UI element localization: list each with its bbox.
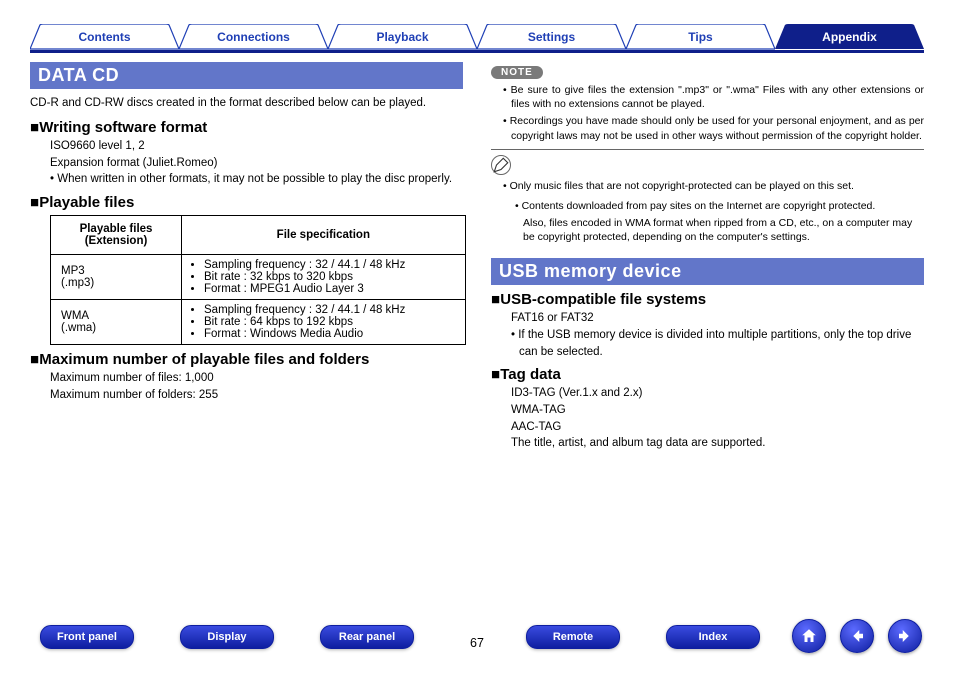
- text-max-folders: Maximum number of folders: 255: [50, 387, 463, 404]
- cell-ext-wma: WMA (.wma): [51, 300, 182, 345]
- text-wmatag: WMA-TAG: [511, 402, 924, 419]
- text-tag-support: The title, artist, and album tag data ar…: [511, 435, 924, 452]
- spec-item: Format : Windows Media Audio: [204, 328, 455, 340]
- note-item: Be sure to give files the extension ".mp…: [503, 83, 924, 111]
- text-fat: FAT16 or FAT32: [511, 310, 924, 327]
- text-aactag: AAC-TAG: [511, 419, 924, 436]
- tab-connections[interactable]: Connections: [179, 24, 328, 50]
- heading-usb-fs: USB-compatible file systems: [491, 291, 924, 308]
- home-icon: [800, 627, 818, 645]
- arrow-left-icon: [848, 627, 866, 645]
- tab-label: Connections: [217, 30, 290, 44]
- text-expansion: Expansion format (Juliet.Romeo): [50, 155, 463, 172]
- tab-label: Appendix: [822, 30, 877, 44]
- pencil-icon: [491, 155, 511, 175]
- table-row-wma: WMA (.wma) Sampling frequency : 32 / 44.…: [51, 300, 466, 345]
- text-id3: ID3-TAG (Ver.1.x and 2.x): [511, 385, 924, 402]
- note-item: Recordings you have made should only be …: [503, 114, 924, 142]
- rear-panel-button[interactable]: Rear panel: [320, 625, 414, 649]
- heading-playable-files: Playable files: [30, 194, 463, 211]
- spec-item: Format : MPEG1 Audio Layer 3: [204, 283, 455, 295]
- prev-page-button[interactable]: [840, 619, 874, 653]
- right-column: NOTE Be sure to give files the extension…: [491, 62, 924, 613]
- front-panel-button[interactable]: Front panel: [40, 625, 134, 649]
- left-column: DATA CD CD-R and CD-RW discs created in …: [30, 62, 463, 613]
- cell-ext-mp3: MP3 (.mp3): [51, 255, 182, 300]
- pen-note-list: Only music files that are not copyright-…: [491, 179, 924, 193]
- note-item: Only music files that are not copyright-…: [503, 179, 924, 193]
- th-extension: Playable files (Extension): [51, 216, 182, 255]
- tab-playback[interactable]: Playback: [328, 24, 477, 50]
- tab-appendix[interactable]: Appendix: [775, 24, 924, 50]
- tab-label: Settings: [528, 30, 575, 44]
- text-max-files: Maximum number of files: 1,000: [50, 370, 463, 387]
- note-subitem: Contents downloaded from pay sites on th…: [515, 199, 924, 213]
- index-button[interactable]: Index: [666, 625, 760, 649]
- th-spec: File specification: [182, 216, 466, 255]
- next-page-button[interactable]: [888, 619, 922, 653]
- cell-spec-mp3: Sampling frequency : 32 / 44.1 / 48 kHz …: [182, 255, 466, 300]
- note-list: Be sure to give files the extension ".mp…: [491, 83, 924, 143]
- spec-item: Sampling frequency : 32 / 44.1 / 48 kHz: [204, 259, 455, 271]
- bottom-nav: 67 Front panel Display Rear panel Remote…: [30, 625, 924, 659]
- playable-files-table: Playable files (Extension) File specific…: [50, 215, 466, 345]
- table-header-row: Playable files (Extension) File specific…: [51, 216, 466, 255]
- heading-max-files: Maximum number of playable files and fol…: [30, 351, 463, 368]
- tab-label: Contents: [79, 30, 131, 44]
- home-button[interactable]: [792, 619, 826, 653]
- top-divider: [30, 50, 924, 53]
- spec-item: Bit rate : 64 kbps to 192 kbps: [204, 316, 455, 328]
- cell-spec-wma: Sampling frequency : 32 / 44.1 / 48 kHz …: [182, 300, 466, 345]
- body-columns: DATA CD CD-R and CD-RW discs created in …: [30, 62, 924, 613]
- text-partition: If the USB memory device is divided into…: [511, 327, 924, 360]
- page-number: 67: [30, 627, 924, 659]
- section-banner-data-cd: DATA CD: [30, 62, 463, 89]
- arrow-right-icon: [896, 627, 914, 645]
- remote-button[interactable]: Remote: [526, 625, 620, 649]
- text-iso: ISO9660 level 1, 2: [50, 138, 463, 155]
- intro-text: CD-R and CD-RW discs created in the form…: [30, 95, 463, 111]
- section-banner-usb: USB memory device: [491, 258, 924, 285]
- note-subitem: Also, files encoded in WMA format when r…: [515, 216, 924, 244]
- text-format-warning: When written in other formats, it may no…: [50, 171, 463, 188]
- tab-label: Playback: [376, 30, 428, 44]
- spec-item: Bit rate : 32 kbps to 320 kbps: [204, 271, 455, 283]
- display-button[interactable]: Display: [180, 625, 274, 649]
- tab-contents[interactable]: Contents: [30, 24, 179, 50]
- table-row-mp3: MP3 (.mp3) Sampling frequency : 32 / 44.…: [51, 255, 466, 300]
- manual-page: Contents Connections Playback Settings T…: [0, 0, 954, 673]
- separator: [491, 149, 924, 150]
- tab-tips[interactable]: Tips: [626, 24, 775, 50]
- heading-writing-software: Writing software format: [30, 119, 463, 136]
- tab-label: Tips: [688, 30, 712, 44]
- tab-settings[interactable]: Settings: [477, 24, 626, 50]
- spec-item: Sampling frequency : 32 / 44.1 / 48 kHz: [204, 304, 455, 316]
- heading-tag-data: Tag data: [491, 366, 924, 383]
- note-chip: NOTE: [491, 66, 543, 79]
